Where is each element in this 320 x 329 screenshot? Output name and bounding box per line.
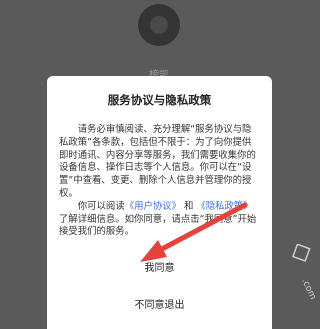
- paragraph-2-suffix: 了解详细信息。如你同意，请点击“我同意”开始接受我们的服务。: [59, 213, 257, 238]
- user-agreement-link[interactable]: 《用户协议》: [125, 201, 181, 212]
- watermark-icon: .com: [292, 244, 316, 301]
- paragraph-2-and: 和: [183, 200, 194, 212]
- agree-button[interactable]: 我同意: [47, 258, 272, 280]
- privacy-policy-link[interactable]: 《隐私政策》: [196, 201, 252, 212]
- dialog-body: 请务必审慎阅读、充分理解“服务协议与隐私政策”各条款，包括但不限于：为了向你提供…: [59, 124, 260, 239]
- privacy-dialog: 服务协议与隐私政策 请务必审慎阅读、充分理解“服务协议与隐私政策”各条款，包括但…: [47, 76, 272, 329]
- dialog-paragraph-2: 你可以阅读《用户协议》 和 《隐私政策》了解详细信息。如你同意，请点击“我同意”…: [59, 201, 260, 239]
- app-logo-icon: [138, 4, 180, 46]
- dialog-paragraph-1: 请务必审慎阅读、充分理解“服务协议与隐私政策”各条款，包括但不限于：为了向你提供…: [59, 124, 256, 199]
- disagree-exit-button[interactable]: 不同意退出: [47, 295, 272, 317]
- paragraph-2-prefix: 你可以阅读: [77, 200, 125, 212]
- svg-text:.com: .com: [299, 277, 316, 301]
- app-logo-inner: [150, 16, 168, 34]
- dialog-title: 服务协议与隐私政策: [107, 93, 212, 107]
